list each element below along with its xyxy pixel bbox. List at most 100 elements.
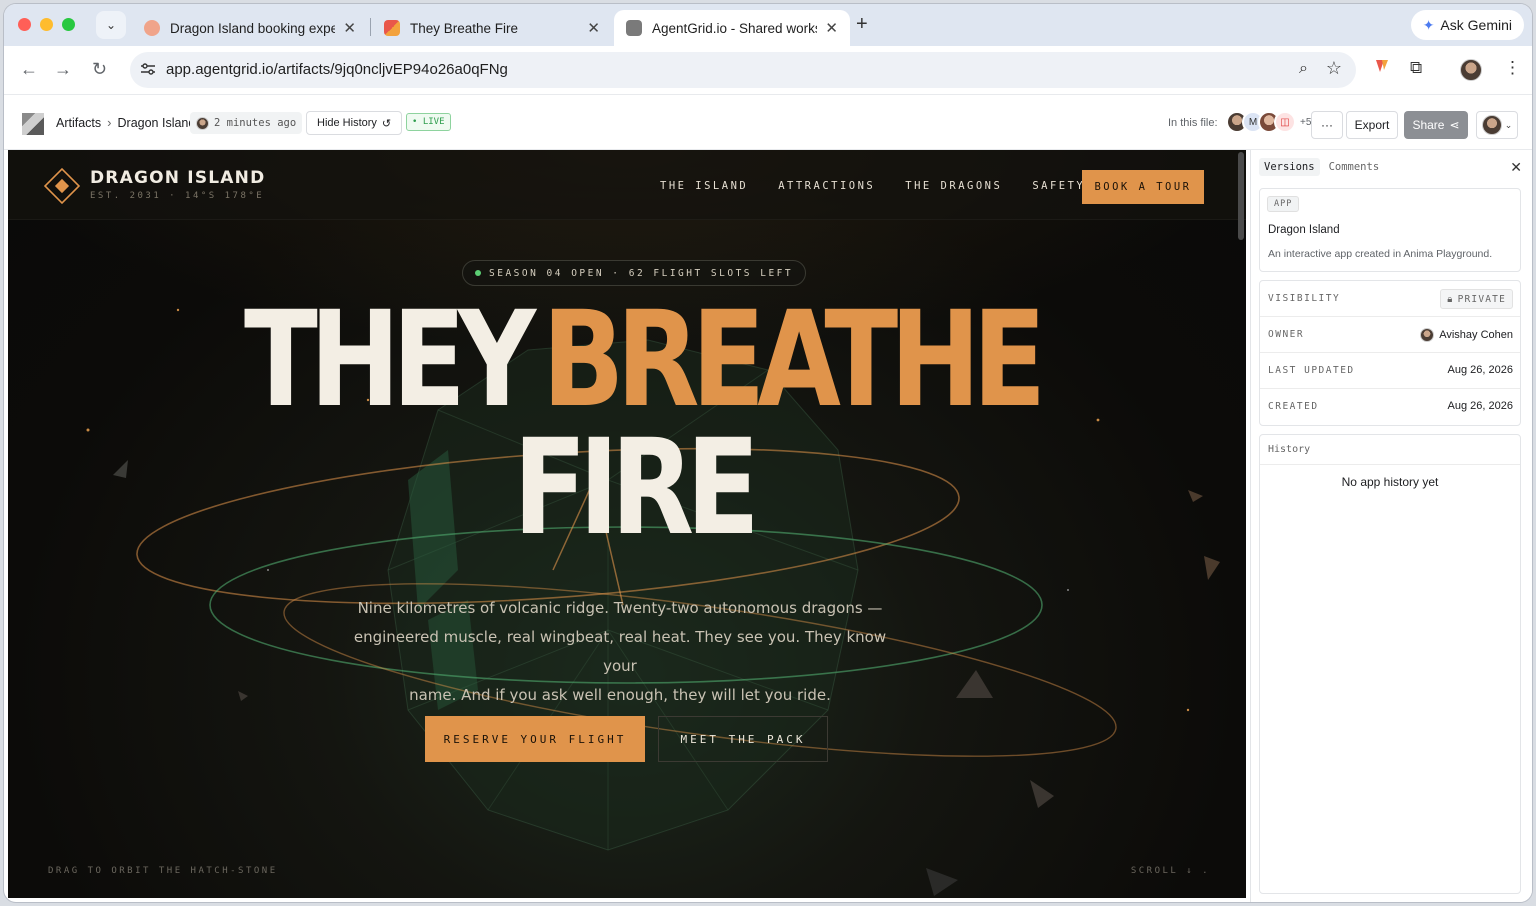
site-nav-links: THE ISLAND ATTRACTIONS THE DRAGONS SAFET… (660, 180, 1115, 192)
hide-history-button[interactable]: Hide History ↺ (306, 111, 403, 135)
close-icon[interactable]: ✕ (1510, 159, 1522, 176)
nav-the-island[interactable]: THE ISLAND (660, 180, 748, 192)
agentgrid-favicon-icon (626, 20, 642, 36)
tab-they-breathe-fire[interactable]: They Breathe Fire ✕ (372, 10, 612, 46)
reload-icon[interactable]: ↻ (92, 59, 107, 80)
chevron-down-icon: ⌄ (105, 18, 117, 32)
drag-hint: DRAG TO ORBIT THE HATCH-STONE (48, 866, 278, 876)
tab-title: Dragon Island booking experi (170, 20, 336, 36)
zoom-icon[interactable]: ⌕ (1299, 60, 1308, 78)
app-name: Dragon Island (1268, 224, 1340, 236)
panel-tabs: Versions Comments (1259, 158, 1384, 176)
visibility-chip[interactable]: 🔒︎ PRIVATE (1440, 289, 1513, 309)
tab-divider (370, 18, 371, 36)
share-button[interactable]: Share ⋖ (1404, 111, 1468, 139)
bookmark-star-icon[interactable]: ☆ (1326, 58, 1342, 79)
user-menu-button[interactable]: ⌄ (1476, 111, 1518, 139)
meet-the-pack-button[interactable]: MEET THE PACK (658, 716, 828, 762)
chevron-right-icon: › (107, 115, 112, 130)
hero-description-line: name. And if you ask well enough, they w… (409, 686, 831, 704)
hero-description-line: engineered muscle, real wingbeat, real h… (353, 628, 887, 675)
last-updated-chip: 2 minutes ago (190, 112, 303, 134)
minimize-window-button[interactable] (40, 18, 53, 31)
more-options-button[interactable]: ··· (1311, 111, 1343, 139)
avatar (1420, 328, 1435, 342)
meta-row-created: CREATED Aug 26, 2026 (1260, 389, 1520, 425)
history-title: History (1268, 444, 1311, 455)
new-tab-button[interactable]: + (856, 13, 868, 36)
live-badge: • LIVE (406, 113, 451, 131)
history-empty-message: No app history yet (1341, 475, 1439, 489)
tab-strip: ⌄ Dragon Island booking experi ✕ They Br… (4, 4, 1532, 46)
meta-key: LAST UPDATED (1268, 365, 1355, 376)
agentgrid-logo[interactable] (22, 113, 44, 135)
extensions-puzzle-icon[interactable]: ⧉ (1410, 58, 1422, 78)
hide-history-label: Hide History (317, 117, 377, 129)
avatar (196, 116, 209, 130)
owner-name: Avishay Cohen (1439, 329, 1513, 341)
breadcrumb-artifacts[interactable]: Artifacts (56, 116, 101, 130)
app-description: An interactive app created in Anima Play… (1268, 248, 1493, 260)
extension-icon[interactable] (1374, 58, 1390, 79)
avatar (1481, 115, 1502, 135)
ask-gemini-label: Ask Gemini (1440, 17, 1512, 33)
scroll-hint[interactable]: SCROLL ↓ . (1131, 866, 1210, 876)
meta-row-visibility: VISIBILITY 🔒︎ PRIVATE (1260, 281, 1520, 317)
url-text[interactable]: app.agentgrid.io/artifacts/9jq0ncljvEP94… (166, 61, 508, 78)
browser-menu-icon[interactable]: ⋮ (1504, 58, 1521, 78)
status-dot (475, 270, 481, 276)
hero-description-line: Nine kilometres of volcanic ridge. Twent… (357, 599, 883, 617)
history-header: History (1260, 435, 1520, 465)
breadcrumb-dragon-island[interactable]: Dragon Island (118, 116, 196, 130)
site-settings-icon[interactable] (140, 61, 156, 77)
close-window-button[interactable] (18, 18, 31, 31)
nav-attractions[interactable]: ATTRACTIONS (778, 180, 875, 192)
close-tab-icon[interactable]: ✕ (343, 19, 356, 37)
preview-scrollbar[interactable] (1238, 152, 1244, 240)
app-preview[interactable]: DRAGON ISLAND EST. 2031 · 14°S 178°E THE… (8, 150, 1246, 898)
site-brand-name[interactable]: DRAGON ISLAND (90, 168, 265, 188)
chevron-down-icon: ⌄ (1504, 119, 1513, 130)
nav-the-dragons[interactable]: THE DRAGONS (905, 180, 1002, 192)
dragon-island-logo-icon[interactable] (44, 168, 80, 204)
brain-favicon-icon (144, 20, 160, 36)
collaborators[interactable]: M ◫ +5 (1226, 111, 1311, 133)
more-dots-icon: ··· (1321, 118, 1333, 132)
ask-gemini-button[interactable]: ✦ Ask Gemini (1410, 10, 1524, 40)
headline-breathe: BREATHE (542, 283, 1046, 437)
nav-safety[interactable]: SAFETY (1032, 180, 1085, 192)
breadcrumb: Artifacts › Dragon Island (56, 115, 195, 130)
robot-avatar-icon: ◫ (1274, 111, 1296, 133)
omnibox[interactable]: app.agentgrid.io/artifacts/9jq0ncljvEP94… (130, 52, 1356, 88)
metadata-card: VISIBILITY 🔒︎ PRIVATE OWNER Avishay Cohe… (1259, 280, 1521, 426)
more-collaborators-count: +5 (1300, 116, 1312, 128)
close-tab-icon[interactable]: ✕ (587, 19, 600, 37)
back-arrow-icon[interactable]: ← (20, 59, 38, 80)
browser-window: ⌄ Dragon Island booking experi ✕ They Br… (4, 4, 1532, 902)
profile-avatar[interactable] (1460, 59, 1482, 81)
season-badge-text: SEASON 04 OPEN · 62 FLIGHT SLOTS LEFT (489, 267, 794, 279)
app-info-card: APP Dragon Island An interactive app cre… (1259, 188, 1521, 272)
tab-agentgrid-workspace[interactable]: AgentGrid.io - Shared worksp ✕ (614, 10, 850, 46)
book-a-tour-button[interactable]: BOOK A TOUR (1082, 170, 1204, 204)
forward-arrow-icon[interactable]: → (54, 59, 72, 80)
tab-dragon-island-booking[interactable]: Dragon Island booking experi ✕ (132, 10, 368, 46)
tab-title: They Breathe Fire (410, 20, 519, 36)
meta-key: CREATED (1268, 401, 1319, 412)
visibility-value: PRIVATE (1457, 293, 1506, 305)
history-card: History No app history yet (1259, 434, 1521, 894)
share-icon: ⋖ (1449, 118, 1460, 132)
address-bar-row: ← → ↻ app.agentgrid.io/artifacts/9jq0ncl… (4, 46, 1532, 94)
headline-fire: FIRE (513, 411, 760, 565)
details-panel: Versions Comments ✕ APP Dragon Island An… (1250, 150, 1532, 902)
tab-versions[interactable]: Versions (1259, 158, 1320, 176)
tab-search-button[interactable]: ⌄ (96, 11, 126, 39)
maximize-window-button[interactable] (62, 18, 75, 31)
close-tab-icon[interactable]: ✕ (825, 19, 838, 37)
tab-comments[interactable]: Comments (1324, 158, 1385, 176)
app-type-tag: APP (1267, 196, 1300, 212)
share-label: Share (1412, 118, 1445, 132)
export-button[interactable]: Export (1346, 111, 1398, 139)
live-label: • LIVE (412, 117, 445, 127)
reserve-flight-button[interactable]: RESERVE YOUR FLIGHT (425, 716, 645, 762)
